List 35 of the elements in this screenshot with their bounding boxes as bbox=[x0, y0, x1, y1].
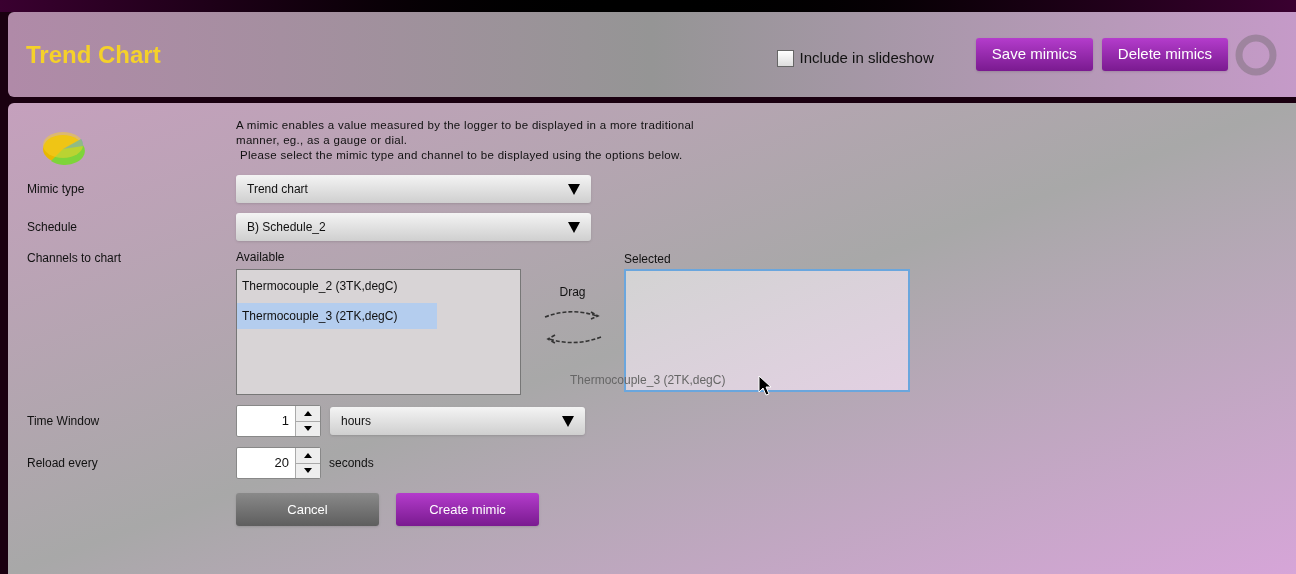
dropdown[interactable]: B) Schedule_2 bbox=[236, 213, 591, 241]
description-text: Please select the mimic type and channel to be displayed using the options below. bbox=[239, 148, 684, 163]
dropdown[interactable]: Trend chart bbox=[236, 175, 591, 203]
field-label: Time Window bbox=[27, 413, 101, 430]
dropdown-arrow-icon bbox=[568, 221, 580, 233]
down-arrow-icon bbox=[304, 426, 312, 432]
list-heading: Selected bbox=[624, 251, 672, 268]
down-arrow-icon bbox=[304, 468, 312, 474]
header-button[interactable]: Delete mimics bbox=[1101, 38, 1228, 71]
available-list[interactable]: Thermocouple_2 (3TK,degC) Thermocouple_3 (2TK,degC) bbox=[236, 269, 521, 395]
action-button[interactable]: Create mimic bbox=[396, 493, 539, 526]
header-button[interactable]: Save mimics bbox=[975, 38, 1093, 71]
field-label: Channels to chart bbox=[27, 250, 123, 267]
field-label: Mimic type bbox=[27, 181, 86, 198]
mouse-pointer-icon bbox=[758, 375, 772, 397]
unit-label: seconds bbox=[329, 455, 374, 472]
description-text: A mimic enables a value measured by the logger to be displayed in a more traditional bbox=[236, 118, 695, 133]
description-text: manner, eg., as a gauge or dial. bbox=[236, 133, 409, 148]
number-spinner[interactable]: 20 bbox=[236, 447, 321, 479]
up-arrow-icon bbox=[304, 452, 312, 458]
field-label: Schedule bbox=[27, 219, 79, 236]
slideshow-checkbox[interactable]: Include in slideshow bbox=[776, 47, 934, 70]
dropdown[interactable]: hours bbox=[330, 407, 585, 435]
drag-hint: Drag bbox=[559, 284, 586, 301]
up-arrow-icon bbox=[304, 410, 312, 416]
list-item[interactable]: Thermocouple_2 (3TK,degC) bbox=[237, 273, 437, 299]
number-spinner[interactable]: 1 bbox=[236, 405, 321, 437]
field-label: Reload every bbox=[27, 455, 99, 472]
page-title: Trend Chart bbox=[26, 39, 161, 70]
list-heading: Available bbox=[236, 249, 286, 266]
loading-ring-icon bbox=[1234, 32, 1278, 77]
dropdown-arrow-icon bbox=[562, 415, 574, 427]
action-button[interactable]: Cancel bbox=[236, 493, 379, 526]
dropdown-arrow-icon bbox=[568, 183, 580, 195]
list-item[interactable]: Thermocouple_3 (2TK,degC) bbox=[237, 303, 437, 329]
